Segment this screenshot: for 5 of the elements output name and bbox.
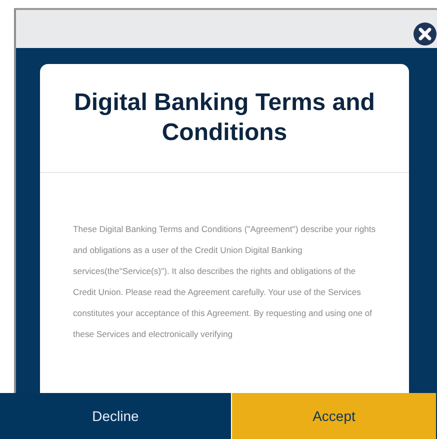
terms-text: These Digital Banking Terms and Conditions ("Agreement") describe your rights and obligations as a user of the Credit Union Digital Banking services(the"Service(s)"). It also describes the rights and obligations of the Credit Union. Please read the Agreement carefully. Your use of the Services constitutes your acceptance of this Agreement. By requesting and using one of these Services and electronically verifying [72, 223, 377, 341]
dialog-title: Digital Banking Terms and Conditions [40, 64, 409, 173]
decline-button[interactable]: Decline [0, 393, 231, 439]
accept-button[interactable]: Accept [231, 393, 436, 439]
close-icon[interactable] [413, 22, 437, 46]
